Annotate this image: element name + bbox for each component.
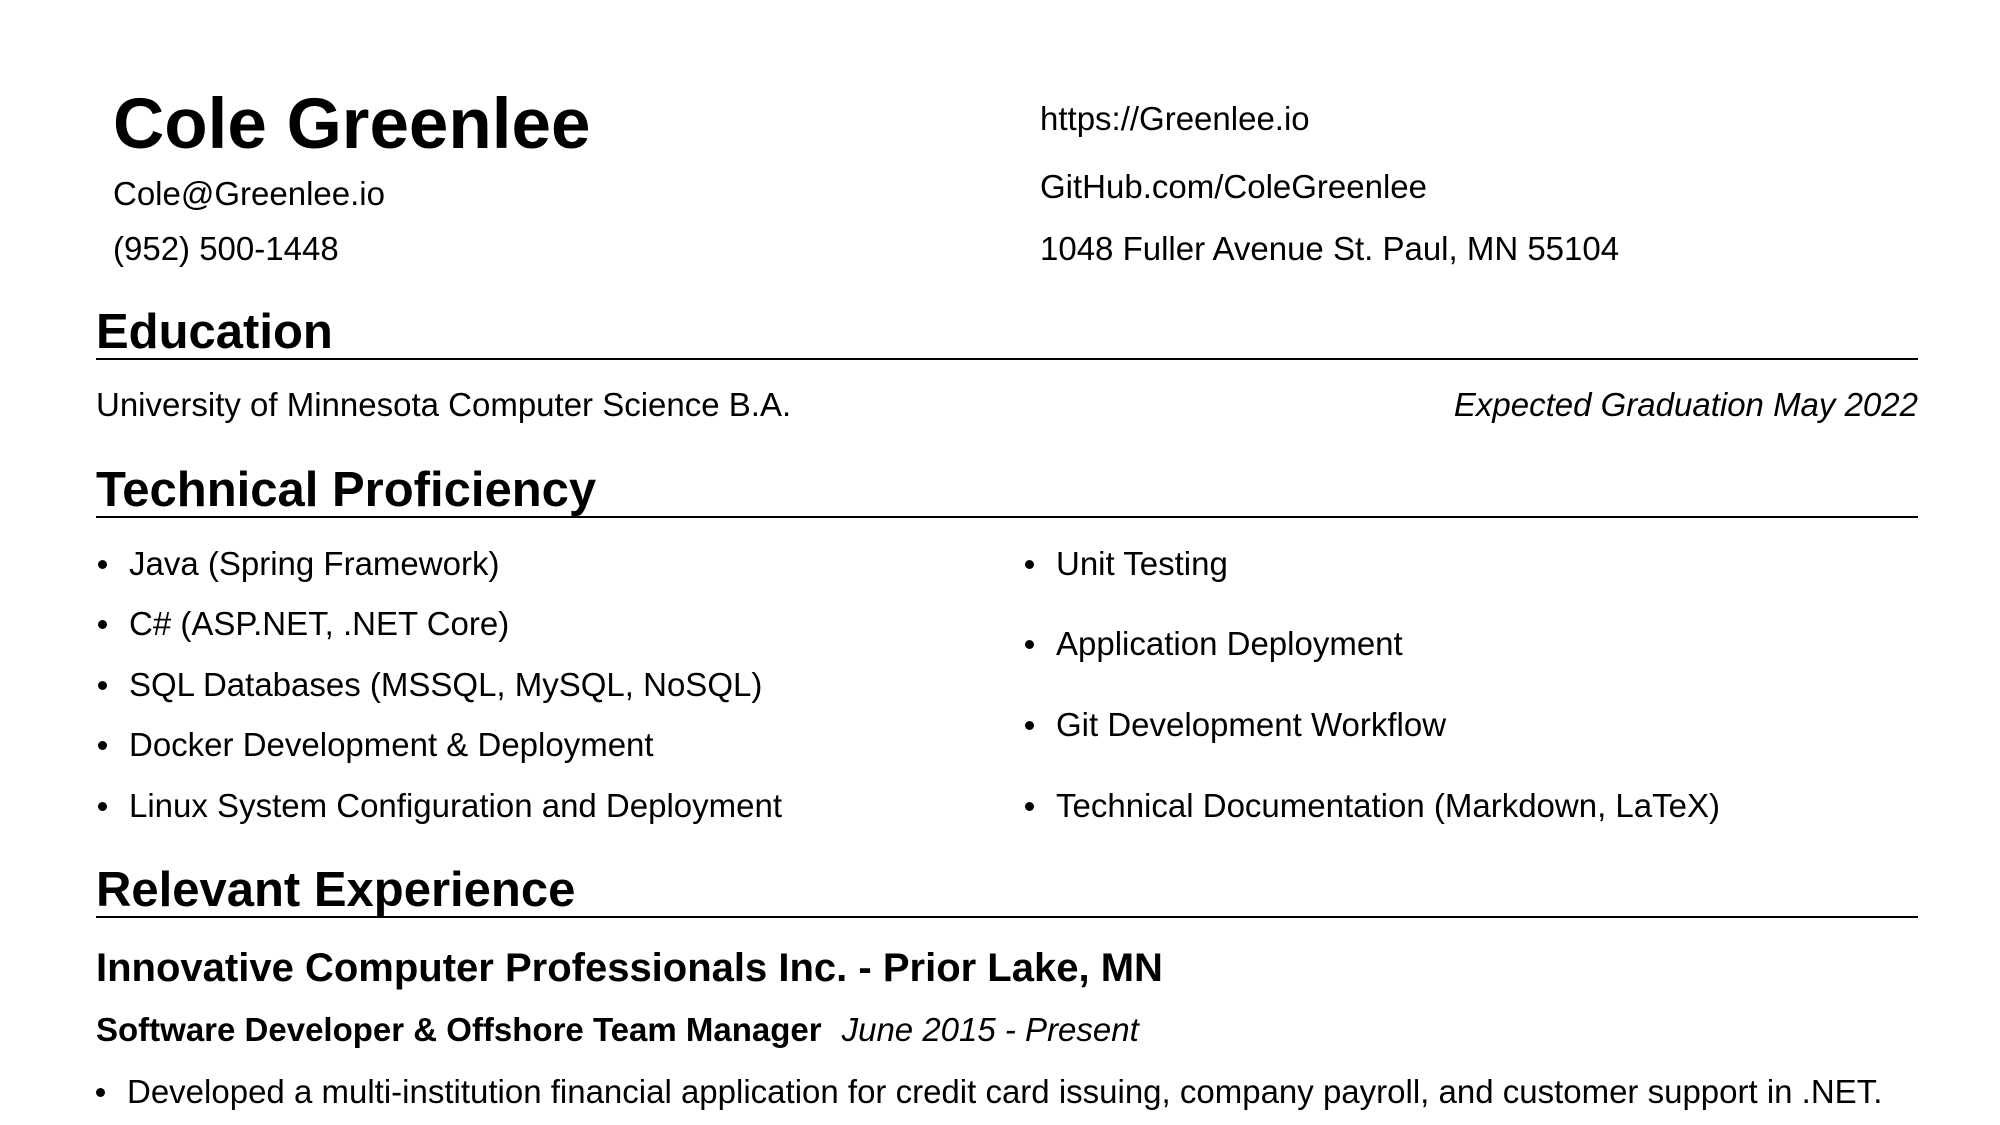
skill-label: SQL Databases (MSSQL, MySQL, NoSQL) bbox=[129, 666, 763, 703]
skill-item: Unit Testing bbox=[1025, 544, 1228, 584]
skills-divider bbox=[96, 516, 1918, 518]
education-heading: Education bbox=[96, 305, 333, 359]
contact-address: 1048 Fuller Avenue St. Paul, MN 55104 bbox=[1040, 230, 1620, 267]
skill-label: Git Development Workflow bbox=[1056, 706, 1447, 743]
skill-item: Docker Development & Deployment bbox=[98, 725, 654, 765]
skill-item: Technical Documentation (Markdown, LaTeX… bbox=[1025, 786, 1720, 826]
bullet-icon bbox=[98, 740, 107, 750]
bullet-icon bbox=[98, 680, 107, 690]
experience-divider bbox=[96, 916, 1918, 918]
experience-heading: Relevant Experience bbox=[96, 863, 576, 917]
bullet-icon bbox=[98, 619, 107, 629]
skill-item: Linux System Configuration and Deploymen… bbox=[98, 786, 782, 826]
skill-item: Git Development Workflow bbox=[1025, 705, 1446, 745]
contact-email: Cole@Greenlee.io bbox=[113, 175, 385, 212]
skill-label: Technical Documentation (Markdown, LaTeX… bbox=[1056, 787, 1720, 824]
bullet-icon bbox=[1025, 801, 1034, 811]
bullet-icon bbox=[96, 1087, 105, 1097]
skill-item: Java (Spring Framework) bbox=[98, 544, 499, 584]
experience-bullet-text: Developed a multi-institution financial … bbox=[127, 1073, 1883, 1110]
contact-website: https://Greenlee.io bbox=[1040, 100, 1310, 137]
experience-bullet: Developed a multi-institution financial … bbox=[96, 1072, 1882, 1112]
contact-phone: (952) 500-1448 bbox=[113, 230, 339, 267]
contact-github: GitHub.com/ColeGreenlee bbox=[1040, 168, 1428, 205]
skill-label: Java (Spring Framework) bbox=[129, 545, 500, 582]
skill-label: Application Deployment bbox=[1056, 625, 1403, 662]
skill-label: Docker Development & Deployment bbox=[129, 726, 654, 763]
bullet-icon bbox=[1025, 559, 1034, 569]
skills-heading: Technical Proficiency bbox=[96, 463, 597, 517]
education-date: Expected Graduation May 2022 bbox=[1453, 386, 1918, 423]
skill-item: C# (ASP.NET, .NET Core) bbox=[98, 604, 509, 644]
education-degree: University of Minnesota Computer Science… bbox=[96, 386, 792, 423]
experience-role: Software Developer & Offshore Team Manag… bbox=[96, 1011, 822, 1048]
bullet-icon bbox=[1025, 639, 1034, 649]
skill-label: Linux System Configuration and Deploymen… bbox=[129, 787, 783, 824]
skill-item: Application Deployment bbox=[1025, 624, 1403, 664]
bullet-icon bbox=[1025, 720, 1034, 730]
experience-company: Innovative Computer Professionals Inc. -… bbox=[96, 946, 1163, 990]
skill-label: Unit Testing bbox=[1056, 545, 1228, 582]
skill-item: SQL Databases (MSSQL, MySQL, NoSQL) bbox=[98, 665, 762, 705]
skill-label: C# (ASP.NET, .NET Core) bbox=[129, 605, 510, 642]
education-divider bbox=[96, 358, 1918, 360]
bullet-icon bbox=[98, 559, 107, 569]
candidate-name: Cole Greenlee bbox=[113, 85, 591, 164]
experience-role-line: Software Developer & Offshore Team Manag… bbox=[96, 1010, 1139, 1050]
experience-dates: June 2015 - Present bbox=[841, 1011, 1139, 1048]
bullet-icon bbox=[98, 801, 107, 811]
